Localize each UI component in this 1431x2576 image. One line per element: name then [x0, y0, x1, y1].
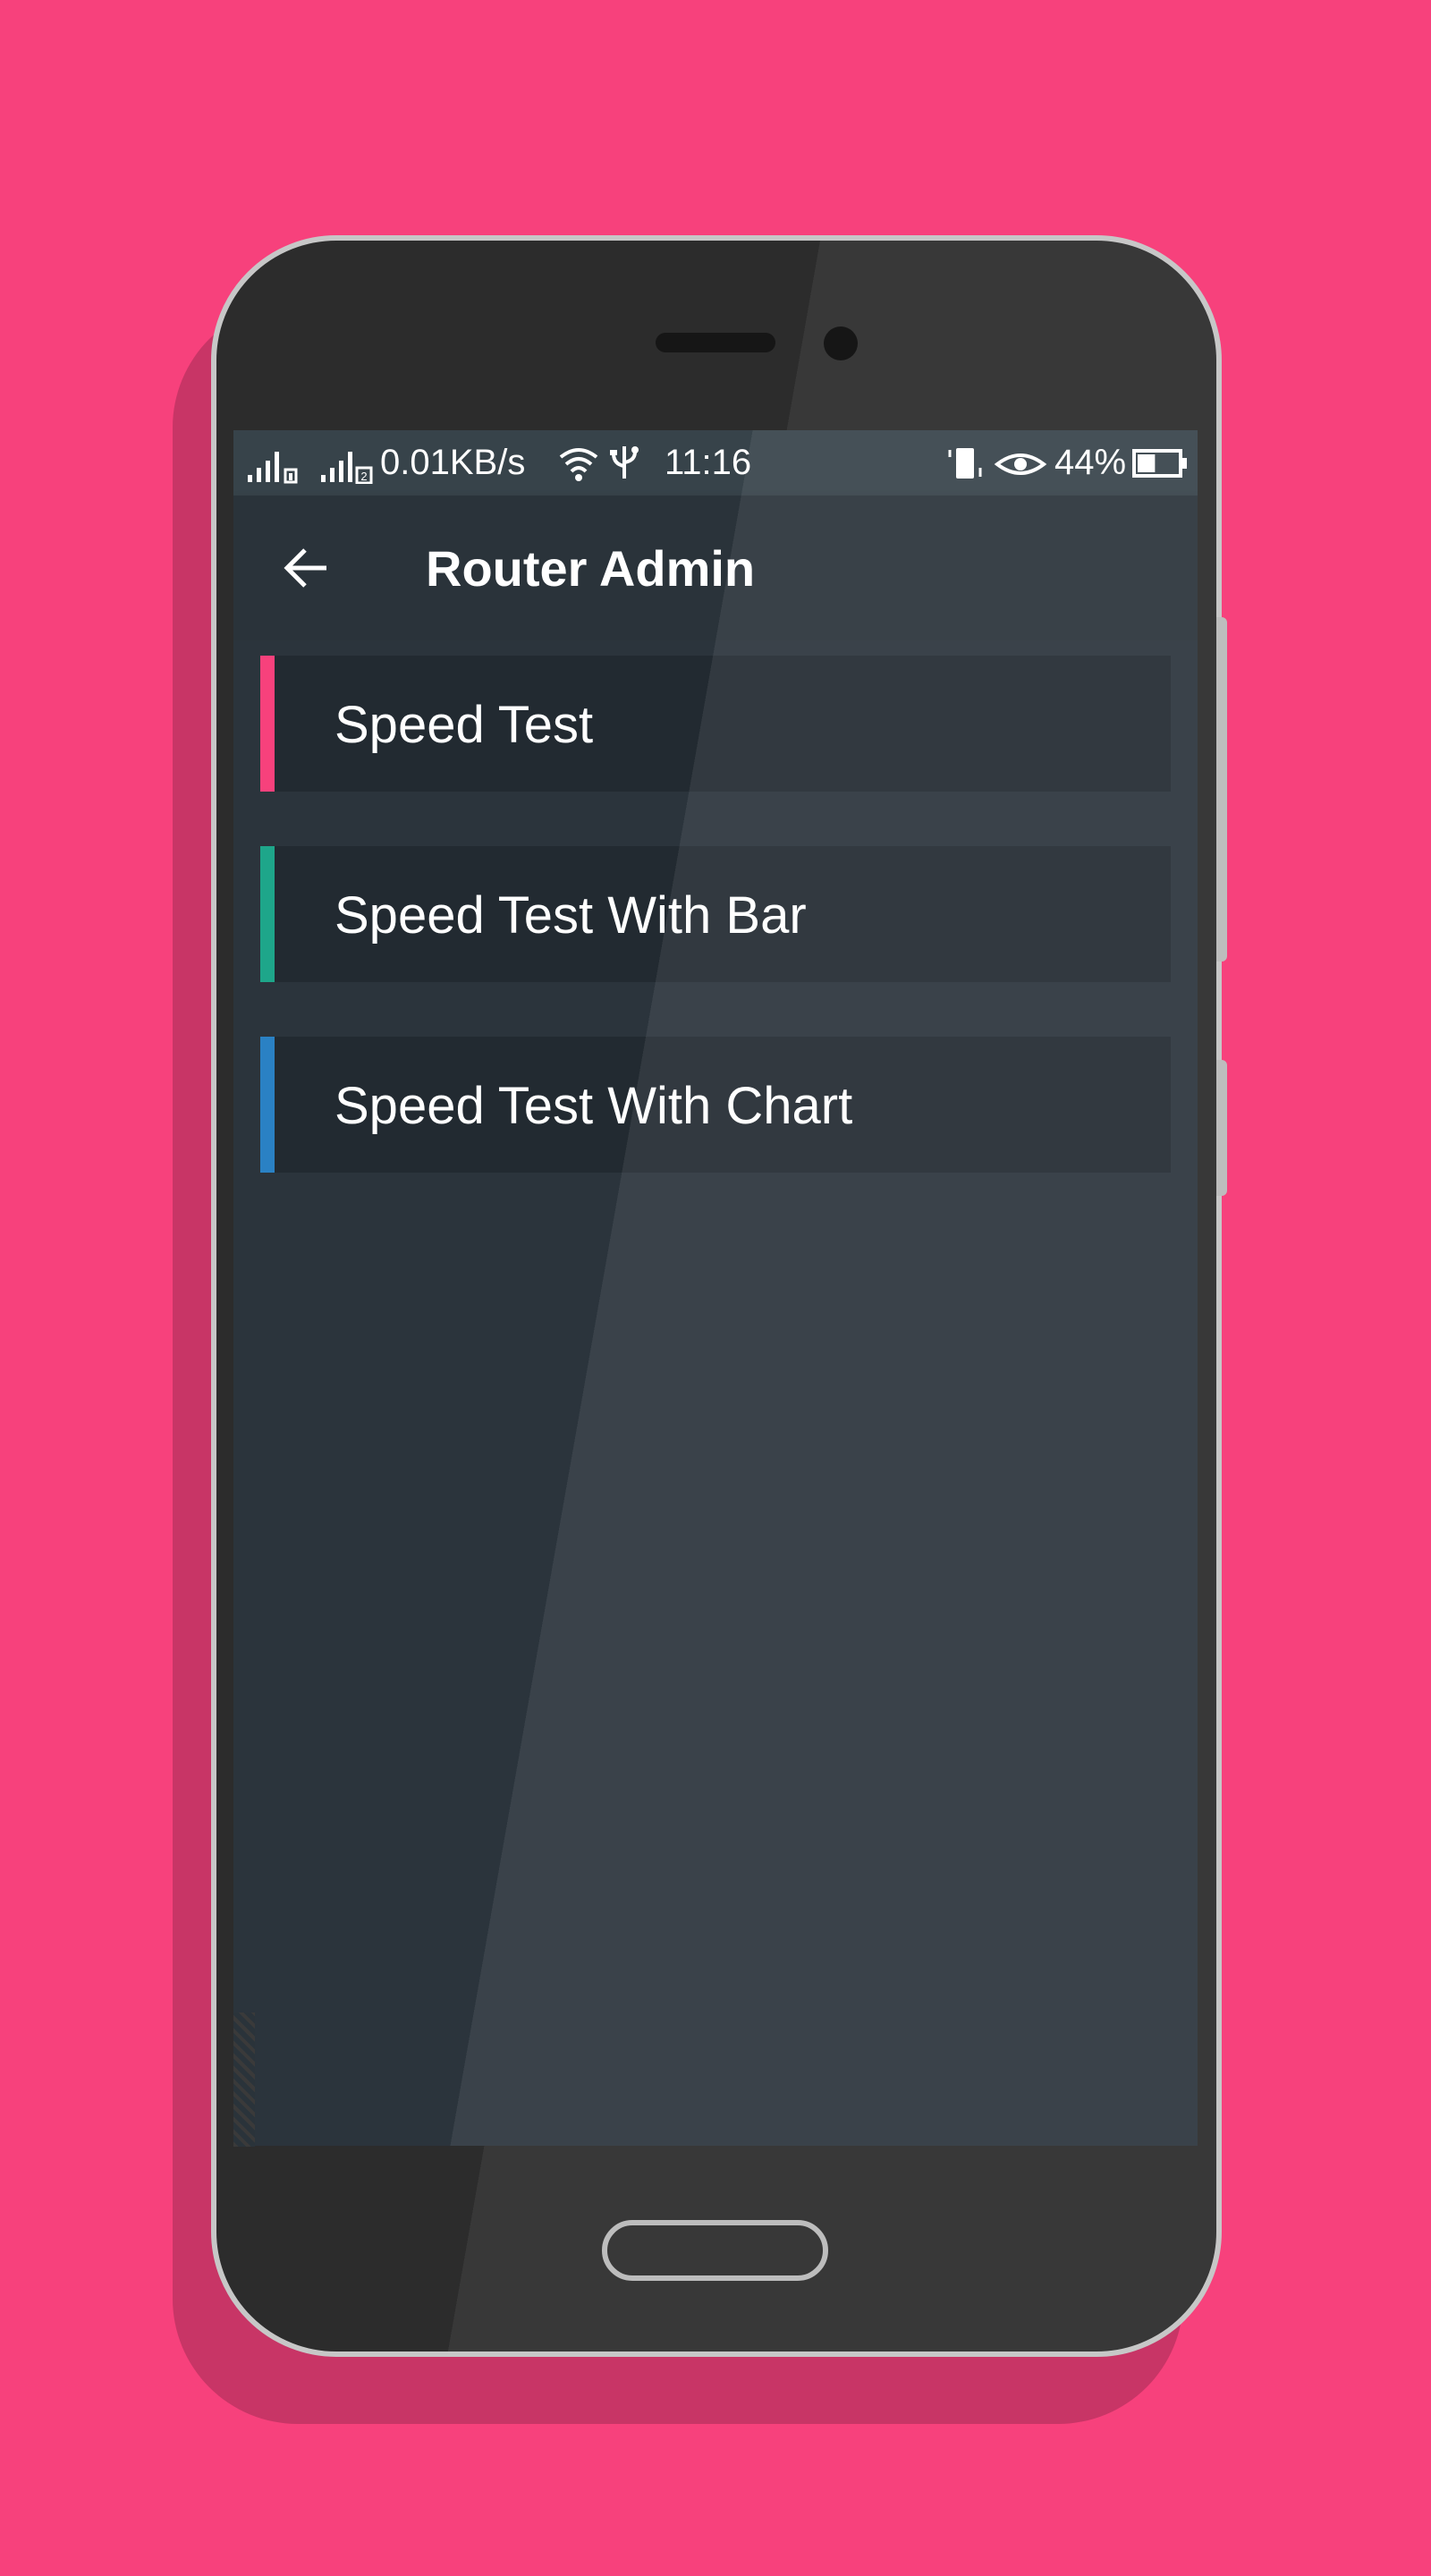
- phone-screen: 2 0.01KB/s 11:16 44% Router Admin Speed …: [233, 430, 1198, 2146]
- signal-sim1-icon: [248, 452, 298, 484]
- status-bar: 2 0.01KB/s 11:16 44%: [233, 430, 1198, 496]
- usb-icon: [610, 446, 639, 479]
- menu-item-speed-test-with-bar[interactable]: Speed Test With Bar: [260, 846, 1171, 982]
- menu-item-label: Speed Test: [334, 696, 594, 754]
- battery-percent: 44%: [1054, 443, 1127, 482]
- menu-item-speed-test[interactable]: Speed Test: [260, 656, 1171, 792]
- battery-icon: [1132, 449, 1187, 478]
- menu-item-speed-test-with-chart[interactable]: Speed Test With Chart: [260, 1037, 1171, 1173]
- front-camera: [824, 326, 858, 360]
- home-button[interactable]: [602, 2220, 828, 2281]
- wifi-icon: [559, 448, 598, 481]
- app-bar: Router Admin: [233, 496, 1198, 640]
- menu-item-accent: [260, 846, 275, 982]
- clock-time: 11:16: [665, 443, 752, 482]
- earpiece-speaker: [656, 333, 775, 352]
- network-speed: 0.01KB/s: [380, 443, 526, 482]
- sim2-label: 2: [360, 470, 367, 483]
- app-title: Router Admin: [426, 540, 756, 597]
- signal-sim2-icon: 2: [321, 452, 373, 484]
- volume-button: [1216, 1060, 1227, 1196]
- corner-pattern: [233, 2012, 255, 2147]
- eye-comfort-icon: [994, 453, 1047, 475]
- menu-item-label: Speed Test With Chart: [334, 1077, 853, 1135]
- menu-item-accent: [260, 1037, 275, 1173]
- power-button: [1216, 617, 1227, 962]
- menu-item-label: Speed Test With Bar: [334, 886, 807, 945]
- vibrate-icon: [948, 448, 982, 479]
- menu-item-accent: [260, 656, 275, 792]
- menu-content: Speed Test Speed Test With Bar Speed Tes…: [233, 640, 1198, 2146]
- arrow-left-icon[interactable]: [275, 537, 337, 599]
